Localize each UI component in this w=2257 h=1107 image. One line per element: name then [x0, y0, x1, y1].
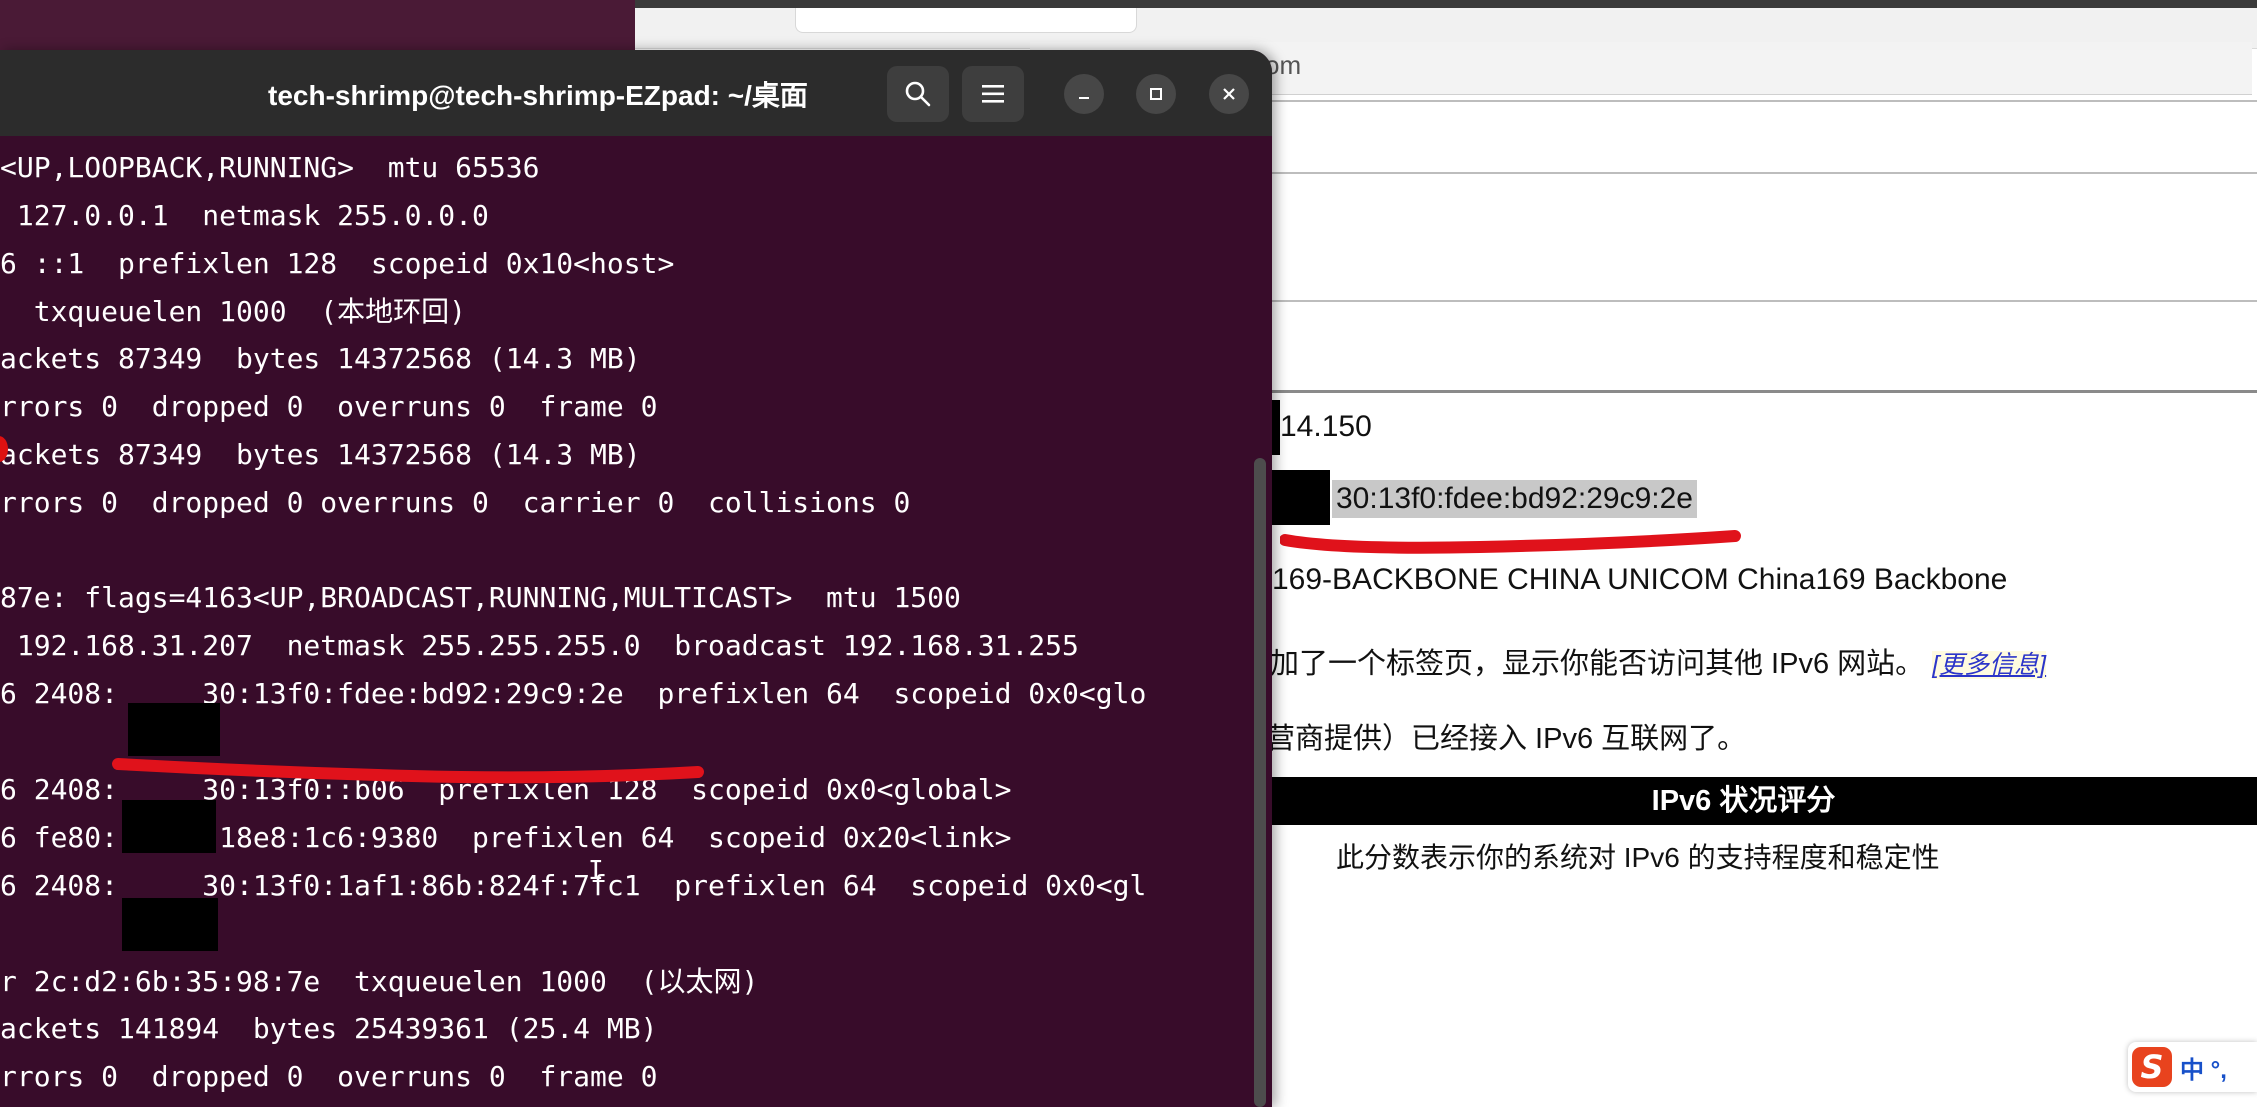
tab-notice-text: 加了一个标签页，显示你能否访问其他 IPv6 网站。 [更多信息]	[1270, 640, 2047, 682]
minimize-icon	[1079, 97, 1089, 99]
more-info-link[interactable]: [更多信息]	[1932, 651, 2047, 679]
close-button[interactable]	[1209, 74, 1249, 114]
annotation-underline	[112, 758, 704, 784]
annotation-underline	[1280, 530, 1741, 554]
tab-notice: 加了一个标签页，显示你能否访问其他 IPv6 网站。	[1270, 648, 1925, 680]
score-header: IPv6 状况评分	[1270, 777, 2257, 825]
sogou-logo-icon: S	[2132, 1047, 2172, 1087]
terminal-line: <UP,LOOPBACK,RUNNING> mtu 65536	[0, 151, 540, 184]
text-cursor-icon: I	[588, 856, 604, 886]
terminal-line: 127.0.0.1 netmask 255.0.0.0	[0, 199, 489, 232]
terminal-line: txqueuelen 1000 (本地环回)	[0, 295, 467, 328]
divider	[1270, 390, 2257, 393]
redaction-mask	[122, 800, 216, 853]
terminal-window: tech-shrimp@tech-shrimp-EZpad: ~/桌面 <UP,…	[0, 50, 1272, 1107]
terminal-line: rrors 0 dropped 0 overruns 0 frame 0	[0, 1060, 658, 1093]
maximize-button[interactable]	[1136, 74, 1176, 114]
ime-label: 中 °,	[2180, 1056, 2227, 1084]
ipv6-address: 30:13f0:fdee:bd92:29c9:2e	[1332, 480, 1697, 518]
divider	[1270, 172, 2257, 174]
terminal-output[interactable]: <UP,LOOPBACK,RUNNING> mtu 65536 127.0.0.…	[0, 136, 1250, 1107]
terminal-title: tech-shrimp@tech-shrimp-EZpad: ~/桌面	[268, 80, 808, 111]
redaction-mask	[122, 898, 218, 951]
close-icon	[1223, 88, 1235, 100]
maximize-icon	[1150, 88, 1162, 100]
ime-indicator[interactable]: S 中 °,	[2128, 1042, 2257, 1092]
hamburger-menu-icon	[982, 85, 1004, 103]
minimize-button[interactable]	[1064, 74, 1104, 114]
browser-tab[interactable]	[795, 8, 1137, 33]
isp-info: 169-BACKBONE CHINA UNICOM China169 Backb…	[1272, 563, 2008, 596]
terminal-line: 87e: flags=4163<UP,BROADCAST,RUNNING,MUL…	[0, 581, 961, 614]
ipv4-address: 14.150	[1280, 410, 1372, 443]
terminal-line: r 2c:d2:6b:35:98:7e txqueuelen 1000 (以太网…	[0, 965, 759, 998]
score-title: IPv6 状况评分	[1651, 785, 1836, 817]
terminal-line: ackets 141894 bytes 25439361 (25.4 MB)	[0, 1012, 658, 1045]
terminal-header: tech-shrimp@tech-shrimp-EZpad: ~/桌面	[0, 50, 1272, 136]
divider	[1270, 300, 2257, 302]
search-icon	[905, 81, 931, 107]
browser-top-edge	[635, 0, 2257, 8]
terminal-line: 6 ::1 prefixlen 128 scopeid 0x10<host>	[0, 247, 675, 280]
score-description: 此分数表示你的系统对 IPv6 的支持程度和稳定性	[1336, 842, 1940, 873]
terminal-line: rrors 0 dropped 0 overruns 0 frame 0	[0, 390, 658, 423]
desktop-background	[0, 0, 635, 50]
terminal-line: rrors 0 dropped 0 overruns 0 carrier 0 c…	[0, 486, 911, 519]
terminal-line: 192.168.31.207 netmask 255.255.255.0 bro…	[0, 629, 1079, 662]
menu-button[interactable]	[962, 66, 1024, 122]
divider	[1270, 100, 2257, 102]
terminal-line: ackets 87349 bytes 14372568 (14.3 MB)	[0, 342, 641, 375]
connection-status: 营商提供）已经接入 IPv6 互联网了。	[1266, 723, 1747, 755]
search-button[interactable]	[887, 66, 949, 122]
terminal-scrollbar[interactable]	[1254, 458, 1266, 1107]
terminal-line: ackets 87349 bytes 14372568 (14.3 MB)	[0, 438, 641, 471]
